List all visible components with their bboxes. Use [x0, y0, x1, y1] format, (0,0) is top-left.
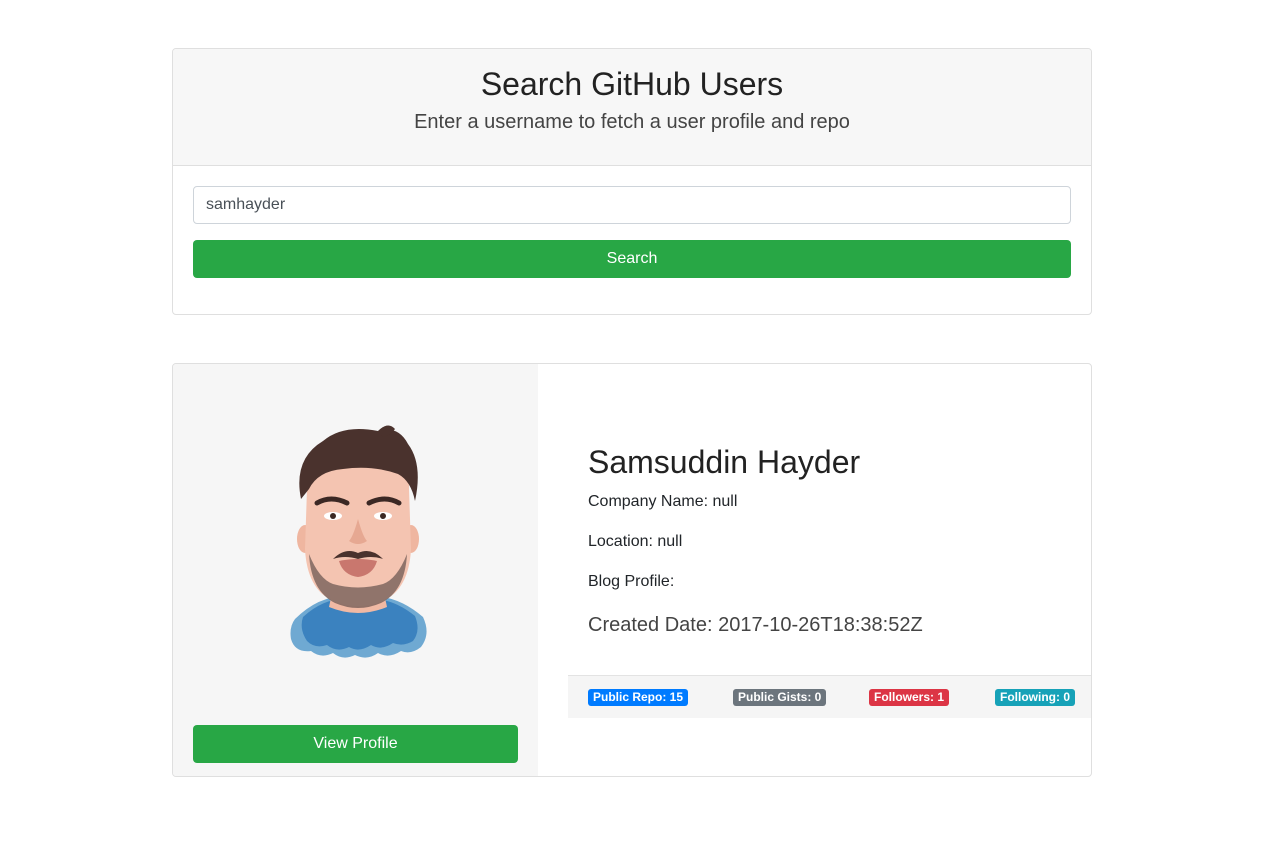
search-header: Search GitHub Users Enter a username to … [173, 49, 1091, 166]
followers-badge: Followers: 1 [869, 689, 950, 706]
profile-stats-bar: Public Repo: 15 Public Gists: 0 Follower… [568, 675, 1091, 718]
created-date: Created Date: 2017-10-26T18:38:52Z [588, 614, 923, 636]
page-subtitle: Enter a username to fetch a user profile… [414, 111, 850, 133]
blog-profile: Blog Profile: [588, 573, 675, 590]
profile-card: View Profile Samsuddin Hayder Company Na… [172, 363, 1092, 777]
profile-avatar-panel: View Profile [173, 364, 538, 776]
profile-name: Samsuddin Hayder [588, 444, 861, 480]
company-name: Company Name: null [588, 493, 738, 510]
public-gists-badge: Public Gists: 0 [733, 689, 827, 706]
search-button[interactable]: Search [193, 240, 1071, 278]
search-card: Search GitHub Users Enter a username to … [172, 48, 1092, 315]
location: Location: null [588, 533, 683, 550]
public-repos-badge: Public Repo: 15 [588, 689, 689, 706]
view-profile-button[interactable]: View Profile [193, 725, 518, 763]
following-badge: Following: 0 [995, 689, 1075, 706]
page-title: Search GitHub Users [480, 66, 784, 102]
cartoon-avatar-icon [290, 425, 427, 658]
username-search-input[interactable] [193, 186, 1071, 224]
